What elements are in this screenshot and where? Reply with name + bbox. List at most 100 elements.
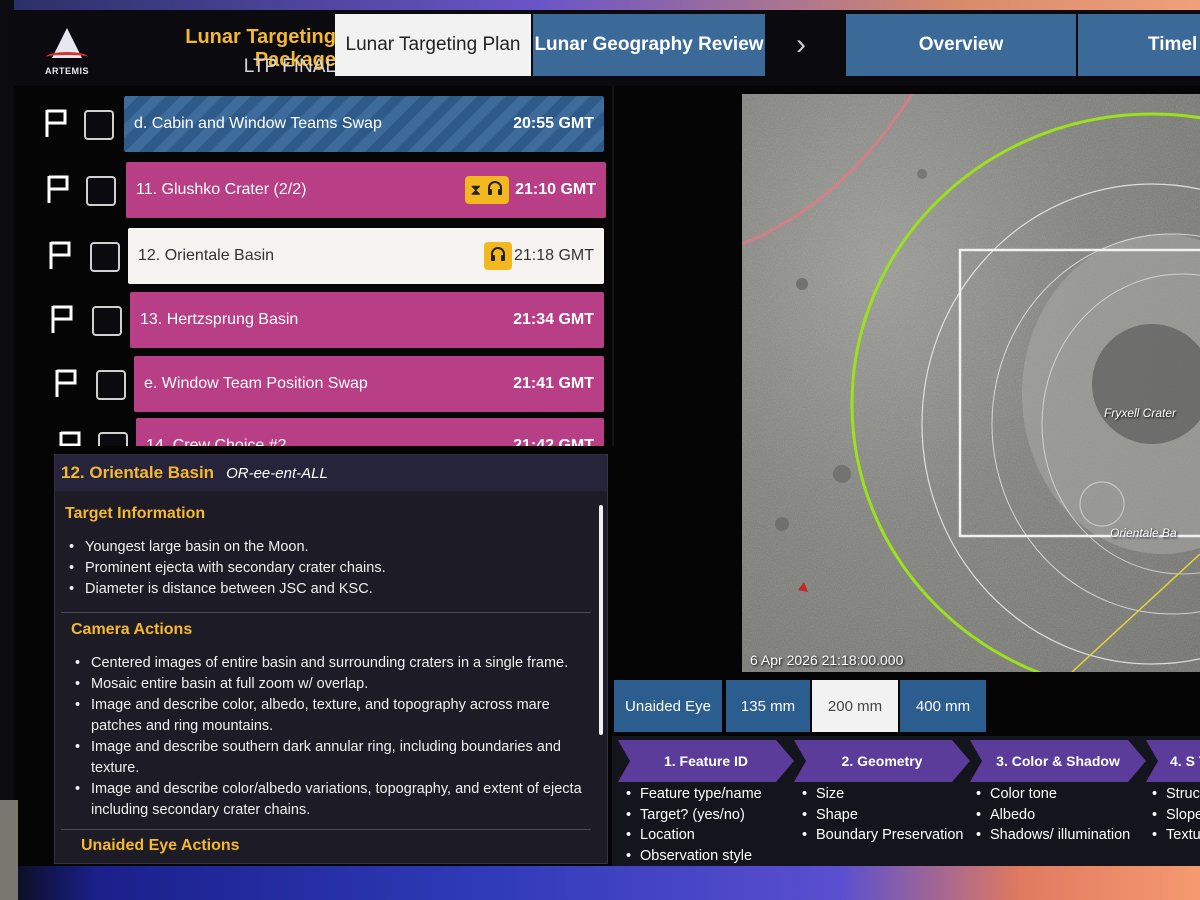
row-checkbox[interactable] <box>98 432 128 446</box>
timeline-badge: ⧗ <box>464 176 510 204</box>
screen-bezel-bottom <box>0 866 1200 900</box>
flag-icon[interactable] <box>58 430 82 446</box>
list-item: Albedo <box>976 805 1130 826</box>
timeline-row: 12. Orientale Basin 21:18 GMT <box>14 228 614 284</box>
timeline-item-label: 12. Orientale Basin <box>138 247 275 264</box>
flag-icon[interactable] <box>48 240 72 270</box>
timeline-item-time: 21:34 GMT <box>513 311 594 328</box>
row-checkbox[interactable] <box>86 176 116 206</box>
timeline-item[interactable]: 14. Crew Choice #2 21:42 GMT <box>136 418 604 446</box>
row-checkbox[interactable] <box>84 110 114 140</box>
detail-title: 12. Orientale Basin <box>61 463 215 482</box>
list-item: Textu <box>1152 825 1200 846</box>
list-item: Target? (yes/no) <box>626 805 762 826</box>
list-item: Size <box>802 784 964 805</box>
flag-icon[interactable] <box>50 304 74 334</box>
chevron-right-icon[interactable]: › <box>770 14 832 76</box>
timeline-row: e. Window Team Position Swap 21:41 GMT <box>14 356 614 412</box>
camera-actions-list: Centered images of entire basin and surr… <box>71 653 601 821</box>
timeline-row: d. Cabin and Window Teams Swap 20:55 GMT <box>14 96 614 152</box>
headset-icon <box>490 246 506 266</box>
step-texture-list: Struc Slope Textu <box>1152 784 1200 846</box>
background-surface <box>0 800 18 900</box>
row-checkbox[interactable] <box>96 370 126 400</box>
artemis-logo: ARTEMIS <box>36 24 98 82</box>
timeline-row: 11. Glushko Crater (2/2) ⧗ 21:10 GMT <box>14 162 614 218</box>
tab-lunar-geography-review[interactable]: Lunar Geography Review <box>533 14 765 76</box>
list-item: Color tone <box>976 784 1130 805</box>
step-color-shadow-list: Color tone Albedo Shadows/ illumination <box>976 784 1130 846</box>
section-title-target-information: Target Information <box>65 505 206 522</box>
list-item: Prominent ejecta with secondary crater c… <box>65 558 595 579</box>
timeline-badge <box>483 242 512 270</box>
list-item: Location <box>626 825 762 846</box>
timeline-item-time: 21:10 GMT <box>515 181 596 198</box>
map-timestamp: 6 Apr 2026 21:18:00.000 <box>750 652 904 668</box>
target-detail-panel: 12. Orientale Basin OR-ee-ent-ALL Target… <box>54 454 608 864</box>
flag-icon[interactable] <box>46 174 70 204</box>
timeline-item[interactable]: 13. Hertzsprung Basin 21:34 GMT <box>130 292 604 348</box>
list-item: Image and describe color/albedo variatio… <box>71 779 601 821</box>
step-color-shadow[interactable]: 3. Color & Shadow <box>970 740 1146 782</box>
target-info-list: Youngest large basin on the Moon. Promin… <box>65 537 595 600</box>
lens-unaided-eye-button[interactable]: Unaided Eye <box>614 680 722 732</box>
timeline-item-selected[interactable]: 12. Orientale Basin 21:18 GMT <box>128 228 604 284</box>
screen-bezel-top <box>0 0 1200 10</box>
list-item: Youngest large basin on the Moon. <box>65 537 595 558</box>
list-item: Image and describe color, albedo, textur… <box>71 695 601 737</box>
map-margin <box>614 94 742 672</box>
lens-135mm-button[interactable]: 135 mm <box>726 680 810 732</box>
timeline-item[interactable]: d. Cabin and Window Teams Swap 20:55 GMT <box>124 96 604 152</box>
divider <box>61 829 591 830</box>
row-checkbox[interactable] <box>92 306 122 336</box>
timeline-item[interactable]: 11. Glushko Crater (2/2) ⧗ 21:10 GMT <box>126 162 606 218</box>
map-label-fryxell: Fryxell Crater <box>1104 406 1177 420</box>
timeline-item-time: 20:55 GMT <box>513 115 594 132</box>
step-feature-id-list: Feature type/name Target? (yes/no) Locat… <box>626 784 762 866</box>
detail-scrollbar[interactable] <box>599 505 603 735</box>
detail-header: 12. Orientale Basin OR-ee-ent-ALL <box>55 455 607 491</box>
logo-text: ARTEMIS <box>45 66 89 76</box>
timeline-item[interactable]: e. Window Team Position Swap 21:41 GMT <box>134 356 604 412</box>
step-geometry-list: Size Shape Boundary Preservation <box>802 784 964 846</box>
list-item: Shadows/ illumination <box>976 825 1130 846</box>
tab-timeline[interactable]: Timel <box>1078 14 1200 76</box>
timeline-item-label: e. Window Team Position Swap <box>144 375 368 392</box>
list-item: Image and describe southern dark annular… <box>71 737 601 779</box>
divider <box>61 612 591 613</box>
lunar-map-view[interactable]: Fryxell Crater Orientale Ba 6 Apr 2026 2… <box>742 94 1200 672</box>
step-geometry[interactable]: 2. Geometry <box>794 740 970 782</box>
section-title-camera-actions: Camera Actions <box>71 621 193 638</box>
timeline-item-label: 11. Glushko Crater (2/2) <box>136 181 307 198</box>
app-subtitle: LTP FINAL <box>243 56 336 77</box>
section-title-unaided-eye-actions: Unaided Eye Actions <box>81 837 240 854</box>
list-item: Mosaic entire basin at full zoom w/ over… <box>71 674 601 695</box>
screen-bezel-left <box>0 0 14 900</box>
lens-200mm-button[interactable]: 200 mm <box>812 680 898 732</box>
hourglass-icon: ⧗ <box>470 181 482 199</box>
tab-overview[interactable]: Overview <box>846 14 1076 76</box>
timeline-list: d. Cabin and Window Teams Swap 20:55 GMT… <box>14 86 614 446</box>
list-item: Observation style <box>626 846 762 867</box>
timeline-row: 14. Crew Choice #2 21:42 GMT <box>14 418 614 446</box>
timeline-item-time: 21:18 GMT <box>513 247 594 264</box>
map-label-orientale: Orientale Ba <box>1110 526 1177 540</box>
step-feature-id[interactable]: 1. Feature ID <box>618 740 794 782</box>
tab-lunar-targeting-plan[interactable]: Lunar Targeting Plan <box>335 14 531 76</box>
logo-swoosh-icon <box>46 52 88 62</box>
list-item: Boundary Preservation <box>802 825 964 846</box>
lens-400mm-button[interactable]: 400 mm <box>900 680 986 732</box>
timeline-row: 13. Hertzsprung Basin 21:34 GMT <box>14 292 614 348</box>
list-item: Shape <box>802 805 964 826</box>
list-item: Centered images of entire basin and surr… <box>71 653 601 674</box>
timeline-item-time: 21:42 GMT <box>513 437 594 446</box>
detail-pronunciation: OR-ee-ent-ALL <box>226 464 328 482</box>
list-item: Slope <box>1152 805 1200 826</box>
flag-icon[interactable] <box>54 368 78 398</box>
headset-icon <box>487 180 503 200</box>
row-checkbox[interactable] <box>90 242 120 272</box>
flag-icon[interactable] <box>44 108 68 138</box>
timeline-item-label: d. Cabin and Window Teams Swap <box>134 115 382 132</box>
map-overlay <box>742 94 1200 672</box>
list-item: Feature type/name <box>626 784 762 805</box>
